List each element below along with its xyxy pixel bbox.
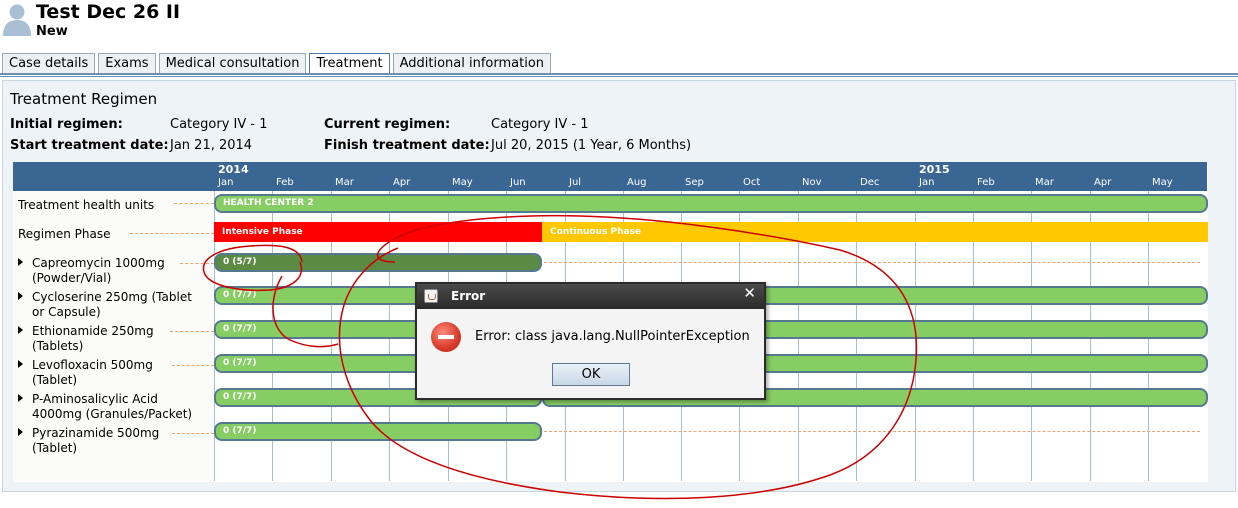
row-connector bbox=[172, 365, 214, 366]
year-label: 2014 bbox=[218, 163, 249, 176]
tab-bar: Case details Exams Medical consultation … bbox=[2, 53, 552, 74]
expand-arrow-icon[interactable] bbox=[18, 326, 23, 334]
medicine-bar[interactable]: 0 (7/7) bbox=[214, 422, 542, 441]
month-label: Jul bbox=[569, 177, 582, 188]
tab-treatment[interactable]: Treatment bbox=[309, 53, 390, 74]
error-icon bbox=[431, 322, 461, 352]
month-label: Apr bbox=[1094, 177, 1112, 188]
row-connector bbox=[172, 433, 214, 434]
tab-divider bbox=[0, 73, 1238, 75]
month-label: Sep bbox=[685, 177, 704, 188]
expand-arrow-icon[interactable] bbox=[18, 428, 23, 436]
row-connector bbox=[130, 233, 214, 234]
tab-additional-information[interactable]: Additional information bbox=[392, 53, 552, 74]
expand-arrow-icon[interactable] bbox=[18, 394, 23, 402]
initial-regimen-label: Initial regimen: bbox=[10, 117, 123, 132]
patient-name: Test Dec 26 II bbox=[36, 1, 181, 23]
month-label: Feb bbox=[977, 177, 995, 188]
medicine-bar[interactable]: 0 (5/7) bbox=[214, 253, 542, 272]
tab-medical-consultation[interactable]: Medical consultation bbox=[158, 53, 307, 74]
row-connector bbox=[544, 262, 1200, 263]
java-app-icon bbox=[424, 289, 438, 303]
tab-exams[interactable]: Exams bbox=[98, 53, 156, 74]
tab-case-details[interactable]: Case details bbox=[2, 53, 96, 74]
expand-arrow-icon[interactable] bbox=[18, 258, 23, 266]
month-label: Oct bbox=[743, 177, 761, 188]
continuous-phase-bar[interactable]: Continuous Phase bbox=[542, 222, 1208, 242]
medicine-label: Pyrazinamide 500mg (Tablet) bbox=[32, 426, 160, 455]
tab-divider-secondary bbox=[0, 76, 1238, 77]
medicine-label: Levofloxacin 500mg (Tablet) bbox=[32, 358, 153, 387]
row-connector bbox=[180, 263, 214, 264]
initial-regimen-value: Category IV - 1 bbox=[170, 117, 268, 132]
dialog-titlebar[interactable]: Error ✕ bbox=[417, 284, 764, 309]
current-regimen-value: Category IV - 1 bbox=[491, 117, 589, 132]
medicine-label: Cycloserine 250mg (Tablet or Capsule) bbox=[32, 290, 192, 319]
month-label: Nov bbox=[802, 177, 822, 188]
current-regimen-label: Current regimen: bbox=[324, 117, 451, 132]
start-date-value: Jan 21, 2014 bbox=[170, 138, 253, 153]
start-date-label: Start treatment date: bbox=[10, 138, 169, 153]
month-label: Mar bbox=[1035, 177, 1054, 188]
row-label-health-units: Treatment health units bbox=[18, 198, 155, 212]
month-label: Mar bbox=[335, 177, 354, 188]
medicine-label: P-Aminosalicylic Acid 4000mg (Granules/Pa… bbox=[32, 392, 193, 421]
intensive-phase-bar[interactable]: Intensive Phase bbox=[214, 222, 542, 242]
expand-arrow-icon[interactable] bbox=[18, 360, 23, 368]
ok-button[interactable]: OK bbox=[552, 363, 630, 386]
finish-date-label: Finish treatment date: bbox=[324, 138, 490, 153]
month-label: May bbox=[1152, 177, 1173, 188]
gantt-timeline-header bbox=[13, 162, 1207, 191]
row-connector bbox=[544, 431, 1200, 432]
error-dialog: Error ✕ Error: class java.lang.NullPoint… bbox=[415, 282, 766, 400]
close-icon[interactable]: ✕ bbox=[743, 284, 756, 302]
dialog-title: Error bbox=[451, 289, 486, 303]
section-title: Treatment Regimen bbox=[10, 90, 158, 108]
medicine-label: Ethionamide 250mg (Tablets) bbox=[32, 324, 154, 353]
medicine-label: Capreomycin 1000mg (Powder/Vial) bbox=[32, 256, 165, 285]
month-label: Aug bbox=[627, 177, 647, 188]
month-label: Apr bbox=[393, 177, 411, 188]
error-message: Error: class java.lang.NullPointerExcept… bbox=[475, 329, 750, 344]
month-label: Dec bbox=[860, 177, 880, 188]
expand-arrow-icon[interactable] bbox=[18, 292, 23, 300]
month-label: Jan bbox=[919, 177, 935, 188]
year-label: 2015 bbox=[919, 163, 950, 176]
row-connector bbox=[170, 331, 214, 332]
row-connector bbox=[174, 203, 214, 204]
health-unit-bar[interactable]: HEALTH CENTER 2 bbox=[214, 194, 1208, 213]
month-label: Jan bbox=[218, 177, 234, 188]
patient-status: New bbox=[36, 24, 68, 39]
user-avatar-icon bbox=[3, 4, 31, 36]
finish-date-value: Jul 20, 2015 (1 Year, 6 Months) bbox=[491, 138, 692, 153]
month-label: Jun bbox=[510, 177, 526, 188]
row-label-regimen-phase: Regimen Phase bbox=[18, 227, 111, 241]
month-label: Feb bbox=[276, 177, 294, 188]
month-label: May bbox=[452, 177, 473, 188]
